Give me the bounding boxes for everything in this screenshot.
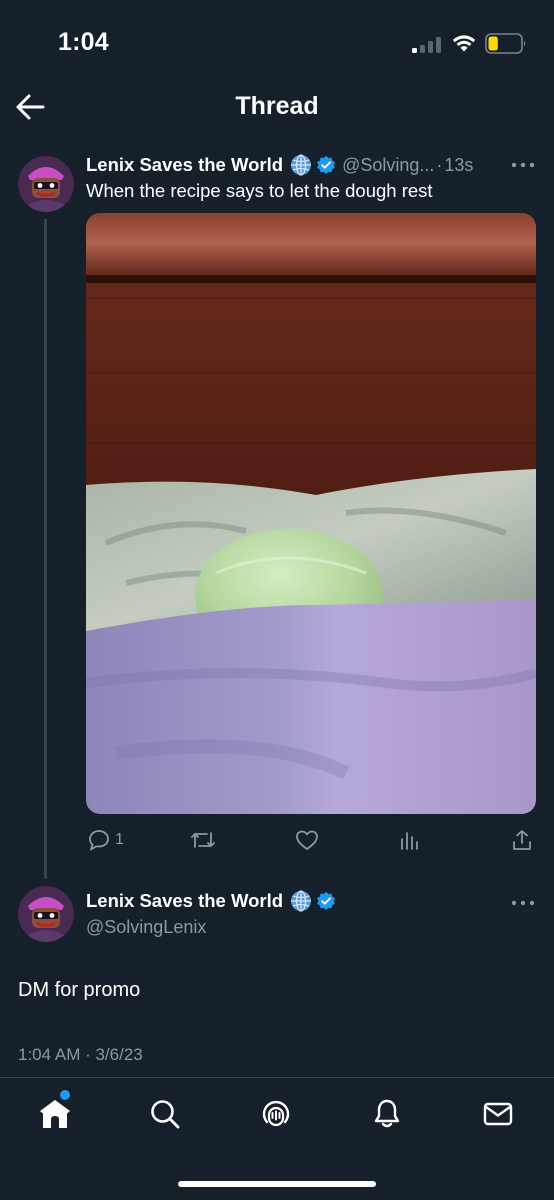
home-icon [40, 1100, 70, 1128]
verified-badge-icon [317, 155, 335, 175]
verified-badge-icon [317, 891, 335, 911]
globe-icon [291, 890, 312, 912]
tweet-text: When the recipe says to let the dough re… [86, 180, 433, 201]
tab-spaces[interactable] [256, 1094, 296, 1134]
reply-tweet-text: DM for promo [18, 979, 141, 1001]
tab-notifications[interactable] [367, 1094, 407, 1134]
like-button[interactable] [295, 826, 319, 854]
page-title: Thread [235, 92, 319, 120]
tweet-timestamp: 1:04 AM · 3/6/23 [18, 1045, 143, 1064]
more-options-icon[interactable] [510, 160, 536, 170]
tab-home[interactable] [35, 1094, 75, 1134]
reply-tweet-header: Lenix Saves the World [86, 890, 336, 912]
cellular-signal-icon [412, 36, 442, 53]
tweet-age: 13s [444, 154, 474, 175]
search-icon [151, 1100, 180, 1129]
reply-button[interactable]: 1 [88, 826, 124, 854]
messages-icon [483, 1102, 513, 1126]
avatar[interactable] [18, 886, 74, 942]
wifi-icon [452, 35, 476, 52]
spaces-icon [262, 1100, 290, 1127]
notification-dot [60, 1090, 70, 1100]
tab-messages[interactable] [478, 1094, 518, 1134]
retweet-button[interactable] [190, 826, 216, 854]
separator-dot: · [436, 154, 443, 175]
thread-connector-line [44, 219, 47, 879]
analytics-icon [401, 832, 418, 850]
user-handle[interactable]: @SolvingLenix [86, 917, 206, 938]
display-name[interactable]: Lenix Saves the World [86, 154, 283, 176]
display-name[interactable]: Lenix Saves the World [86, 890, 283, 912]
status-time: 1:04 [58, 28, 109, 56]
notifications-icon [374, 1099, 400, 1128]
retweet-icon [191, 832, 215, 848]
tab-bar-divider [0, 1077, 554, 1078]
reply-icon [89, 830, 109, 851]
views-button[interactable] [399, 826, 421, 854]
user-handle[interactable]: @Solving... [342, 155, 434, 176]
avatar[interactable] [18, 156, 74, 212]
tweet-header: Lenix Saves the World @Solving... · 13s [86, 152, 473, 178]
tweet-photo[interactable] [86, 213, 536, 814]
more-options-icon[interactable] [510, 898, 536, 908]
globe-icon [291, 154, 312, 176]
home-indicator[interactable] [178, 1181, 376, 1187]
battery-icon [485, 33, 526, 54]
share-icon [513, 830, 531, 850]
share-button[interactable] [511, 826, 533, 854]
heart-icon [296, 830, 318, 850]
thread-screen: 1:04 Thread Lenix Saves the World @Solvi… [0, 0, 554, 1200]
tab-search[interactable] [145, 1094, 185, 1134]
reply-count: 1 [115, 831, 124, 848]
